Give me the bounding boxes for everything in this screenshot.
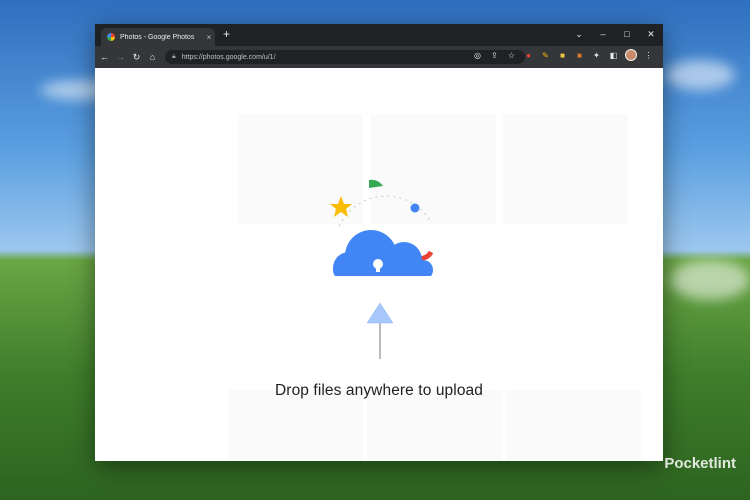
extension-yellow-icon[interactable]: ■ [554,51,571,60]
extension-toolbar: ◎ ⇪ ☆ ● ✎ ■ ■ ✦ ◧ ⋮ [469,49,657,61]
url-text: https://photos.google.com/u/1/ [181,53,276,61]
close-window-button[interactable]: ✕ [639,24,663,46]
bookmark-star-icon[interactable]: ☆ [503,51,520,60]
extensions-puzzle-icon[interactable]: ✦ [588,51,605,60]
extension-red-icon[interactable]: ● [520,51,537,60]
blue-dot-icon [410,203,420,213]
google-lens-icon[interactable]: ◎ [469,51,486,60]
tab-title: Photos - Google Photos [120,33,195,41]
drop-upload-overlay[interactable]: Drop files anywhere to upload [95,68,663,461]
browser-toolbar: ← → ↻ ⌂ 🔒︎ https://photos.google.com/u/1… [95,46,663,68]
star-icon [330,196,352,217]
extension-pen-icon[interactable]: ✎ [537,51,554,60]
tab-search-icon[interactable]: ⌄ [567,24,591,46]
google-photos-favicon-icon [107,33,115,41]
profile-avatar[interactable] [625,49,637,61]
reload-button[interactable]: ↻ [130,52,143,63]
back-button[interactable]: ← [98,52,111,62]
extension-orange-icon[interactable]: ■ [571,51,588,60]
pocketlint-watermark: Pocketlint [664,455,736,472]
browser-tab[interactable]: Photos - Google Photos × [101,28,215,46]
drop-files-message: Drop files anywhere to upload [275,382,483,399]
forward-button[interactable]: → [114,52,127,62]
title-bar: Photos - Google Photos × + ⌄ – □ ✕ [95,24,663,46]
lock-icon: 🔒︎ [172,53,176,60]
upload-arrow-icon [366,303,394,359]
share-icon[interactable]: ⇪ [486,51,503,60]
maximize-button[interactable]: □ [615,24,639,46]
green-shape-icon [369,179,383,188]
side-panel-icon[interactable]: ◧ [605,51,622,60]
page-content: Drop files anywhere to upload [95,68,663,461]
window-controls: ⌄ – □ ✕ [567,24,663,46]
new-tab-button[interactable]: + [223,27,230,41]
more-menu-icon[interactable]: ⋮ [640,51,657,60]
browser-window: Photos - Google Photos × + ⌄ – □ ✕ ← → ↻… [95,24,663,461]
home-button[interactable]: ⌂ [146,52,159,62]
tab-close-icon[interactable]: × [203,33,215,42]
cloud-lock-icon [333,230,433,276]
cloud-upload-illustration [330,179,434,276]
minimize-button[interactable]: – [591,24,615,46]
